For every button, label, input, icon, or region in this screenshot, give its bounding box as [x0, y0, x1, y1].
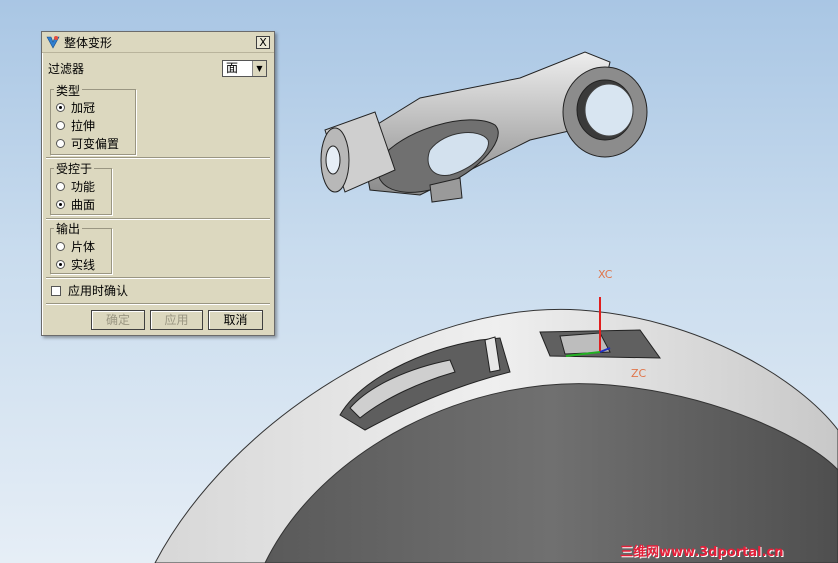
- type-option-stretch[interactable]: 拉伸: [56, 117, 95, 134]
- ok-button[interactable]: 确定: [91, 310, 145, 330]
- apply-button[interactable]: 应用: [150, 310, 203, 330]
- radio-stretch[interactable]: [56, 121, 65, 130]
- dialog-titlebar[interactable]: 整体变形 X: [42, 32, 274, 53]
- drum-part[interactable]: [154, 308, 838, 563]
- radio-sheet-label: 片体: [71, 240, 96, 254]
- filter-label: 过滤器: [48, 62, 85, 76]
- chevron-down-icon[interactable]: ▼: [252, 61, 266, 76]
- confirm-on-apply-row[interactable]: 应用时确认: [51, 282, 128, 299]
- type-option-crown[interactable]: 加冠: [56, 99, 95, 116]
- radio-variable-offset[interactable]: [56, 139, 65, 148]
- separator-4: [46, 303, 270, 305]
- filter-select[interactable]: 面 ▼: [222, 60, 267, 77]
- global-shaping-dialog: 整体变形 X 过滤器 面 ▼ 类型 加冠 拉伸 可变偏置 受控于 功能 曲面 输…: [41, 31, 275, 336]
- radio-variable-offset-label: 可变偏置: [71, 137, 120, 151]
- output-option-sheet[interactable]: 片体: [56, 238, 95, 255]
- output-option-solid[interactable]: 实线: [56, 256, 95, 273]
- controlled-option-function[interactable]: 功能: [56, 178, 95, 195]
- close-button[interactable]: X: [256, 35, 270, 49]
- radio-crown[interactable]: [56, 103, 65, 112]
- app-logo-icon: [46, 36, 60, 49]
- radio-stretch-label: 拉伸: [71, 119, 96, 133]
- confirm-on-apply-checkbox[interactable]: [51, 285, 61, 296]
- radio-crown-label: 加冠: [71, 101, 96, 115]
- radio-solid-label: 实线: [71, 258, 96, 272]
- rocker-arm-part[interactable]: [320, 51, 648, 203]
- radio-surface-label: 曲面: [71, 198, 96, 212]
- cancel-button[interactable]: 取消: [208, 310, 263, 330]
- separator-1: [46, 157, 270, 159]
- controlled-by-group-label: 受控于: [54, 160, 95, 177]
- type-group-label: 类型: [54, 82, 83, 99]
- zc-axis-label: ZC: [631, 367, 647, 380]
- dialog-title: 整体变形: [64, 35, 113, 50]
- confirm-on-apply-label: 应用时确认: [68, 284, 129, 298]
- watermark: 三维网www.3dportal.cn: [620, 545, 784, 560]
- separator-3: [46, 277, 270, 279]
- radio-surface[interactable]: [56, 200, 65, 209]
- radio-sheet[interactable]: [56, 242, 65, 251]
- controlled-option-surface[interactable]: 曲面: [56, 196, 95, 213]
- xc-axis-label: XC: [598, 268, 613, 281]
- radio-solid[interactable]: [56, 260, 65, 269]
- radio-function[interactable]: [56, 182, 65, 191]
- output-group-label: 输出: [54, 220, 83, 237]
- radio-function-label: 功能: [71, 180, 96, 194]
- type-option-variable-offset[interactable]: 可变偏置: [56, 135, 119, 152]
- filter-select-value: 面: [226, 61, 239, 75]
